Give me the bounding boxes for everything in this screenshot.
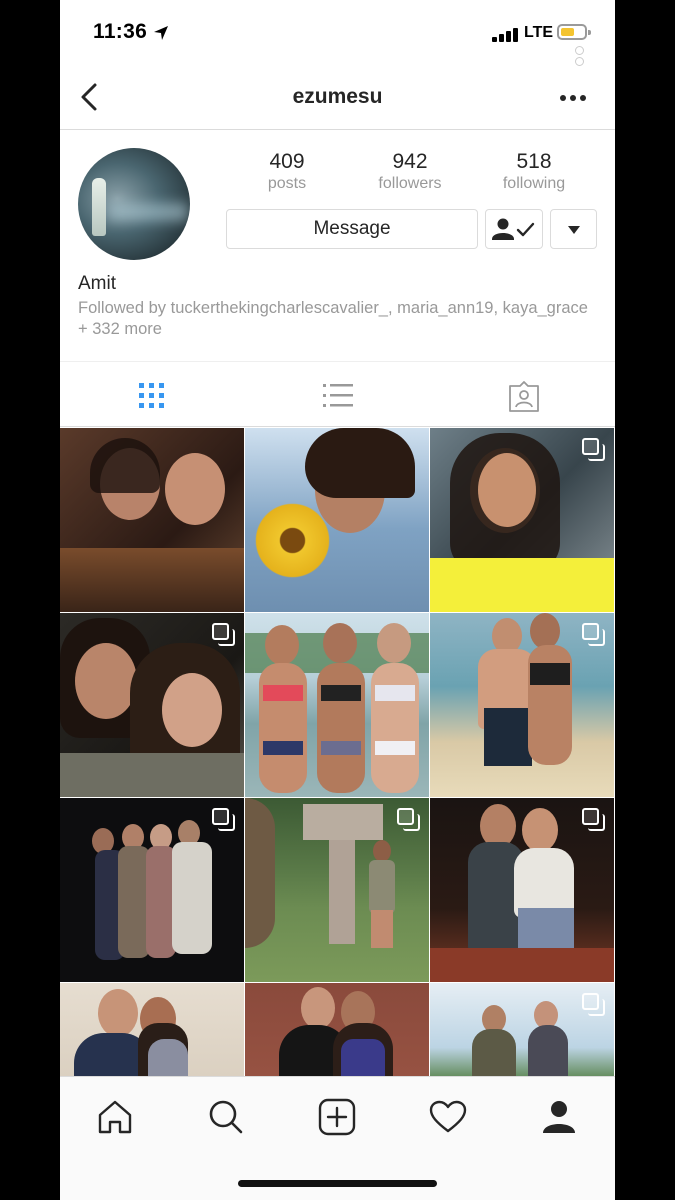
multi-photo-icon <box>212 623 236 647</box>
post-thumbnail[interactable] <box>430 613 614 797</box>
following-button[interactable] <box>485 209 543 249</box>
profile-icon[interactable] <box>539 1097 579 1137</box>
person-check-icon <box>492 218 535 240</box>
multi-photo-icon <box>582 993 606 1017</box>
stat-following[interactable]: 518 following <box>484 150 584 193</box>
home-icon[interactable] <box>95 1097 135 1137</box>
list-icon <box>323 384 353 407</box>
suggested-dropdown-button[interactable] <box>550 209 597 249</box>
multi-photo-icon <box>582 438 606 462</box>
post-thumbnail[interactable] <box>245 613 429 797</box>
status-bar: 11:36 LTE <box>60 0 615 66</box>
multi-photo-icon <box>582 623 606 647</box>
post-thumbnail[interactable] <box>60 798 244 982</box>
location-arrow-icon <box>154 26 168 40</box>
posts-count: 409 <box>269 150 305 173</box>
nav-bar: ezumesu <box>60 66 615 130</box>
search-icon[interactable] <box>206 1097 246 1137</box>
post-thumbnail[interactable] <box>60 428 244 612</box>
followed-by-text[interactable]: Followed by tuckerthekingcharlescavalier… <box>78 298 598 340</box>
post-thumbnail[interactable] <box>60 613 244 797</box>
followers-label: followers <box>378 175 442 192</box>
posts-label: posts <box>267 175 307 192</box>
post-thumbnail[interactable] <box>430 983 614 1076</box>
stat-followers[interactable]: 942 followers <box>360 150 460 193</box>
phone-screen: 11:36 LTE ezumesu 409 posts 942 follower… <box>60 0 615 1200</box>
message-button[interactable]: Message <box>226 209 478 249</box>
following-count: 518 <box>516 150 552 173</box>
caret-down-icon <box>568 226 580 234</box>
avatar[interactable] <box>78 148 190 260</box>
post-thumbnail[interactable] <box>430 428 614 612</box>
post-thumbnail[interactable] <box>245 428 429 612</box>
tab-tagged[interactable] <box>430 362 615 428</box>
home-indicator <box>238 1180 437 1187</box>
tab-grid[interactable] <box>60 362 245 428</box>
stat-posts[interactable]: 409 posts <box>237 150 337 193</box>
signal-icon <box>492 28 520 42</box>
plus-square-icon[interactable] <box>317 1097 357 1137</box>
post-thumbnail[interactable] <box>430 798 614 982</box>
profile-tabs <box>60 361 615 427</box>
followers-count: 942 <box>392 150 428 173</box>
more-horizontal-icon[interactable] <box>556 86 590 110</box>
profile-full-name: Amit <box>78 273 116 294</box>
post-thumbnail[interactable] <box>60 983 244 1076</box>
following-label: following <box>502 175 566 192</box>
bottom-tab-bar <box>60 1076 615 1200</box>
post-thumbnail[interactable] <box>245 983 429 1076</box>
tab-list[interactable] <box>245 362 430 428</box>
posts-grid <box>60 428 615 1076</box>
heart-icon[interactable] <box>428 1097 468 1137</box>
multi-photo-icon <box>582 808 606 832</box>
accessibility-dots-icon <box>575 46 585 68</box>
battery-icon <box>557 24 591 40</box>
network-type: LTE <box>524 24 554 41</box>
profile-username: ezumesu <box>292 85 383 108</box>
tagged-person-icon <box>509 381 539 412</box>
grid-icon <box>139 383 164 408</box>
multi-photo-icon <box>397 808 421 832</box>
post-thumbnail[interactable] <box>245 798 429 982</box>
battery-level <box>561 28 574 36</box>
multi-photo-icon <box>212 808 236 832</box>
status-time: 11:36 <box>93 20 148 43</box>
